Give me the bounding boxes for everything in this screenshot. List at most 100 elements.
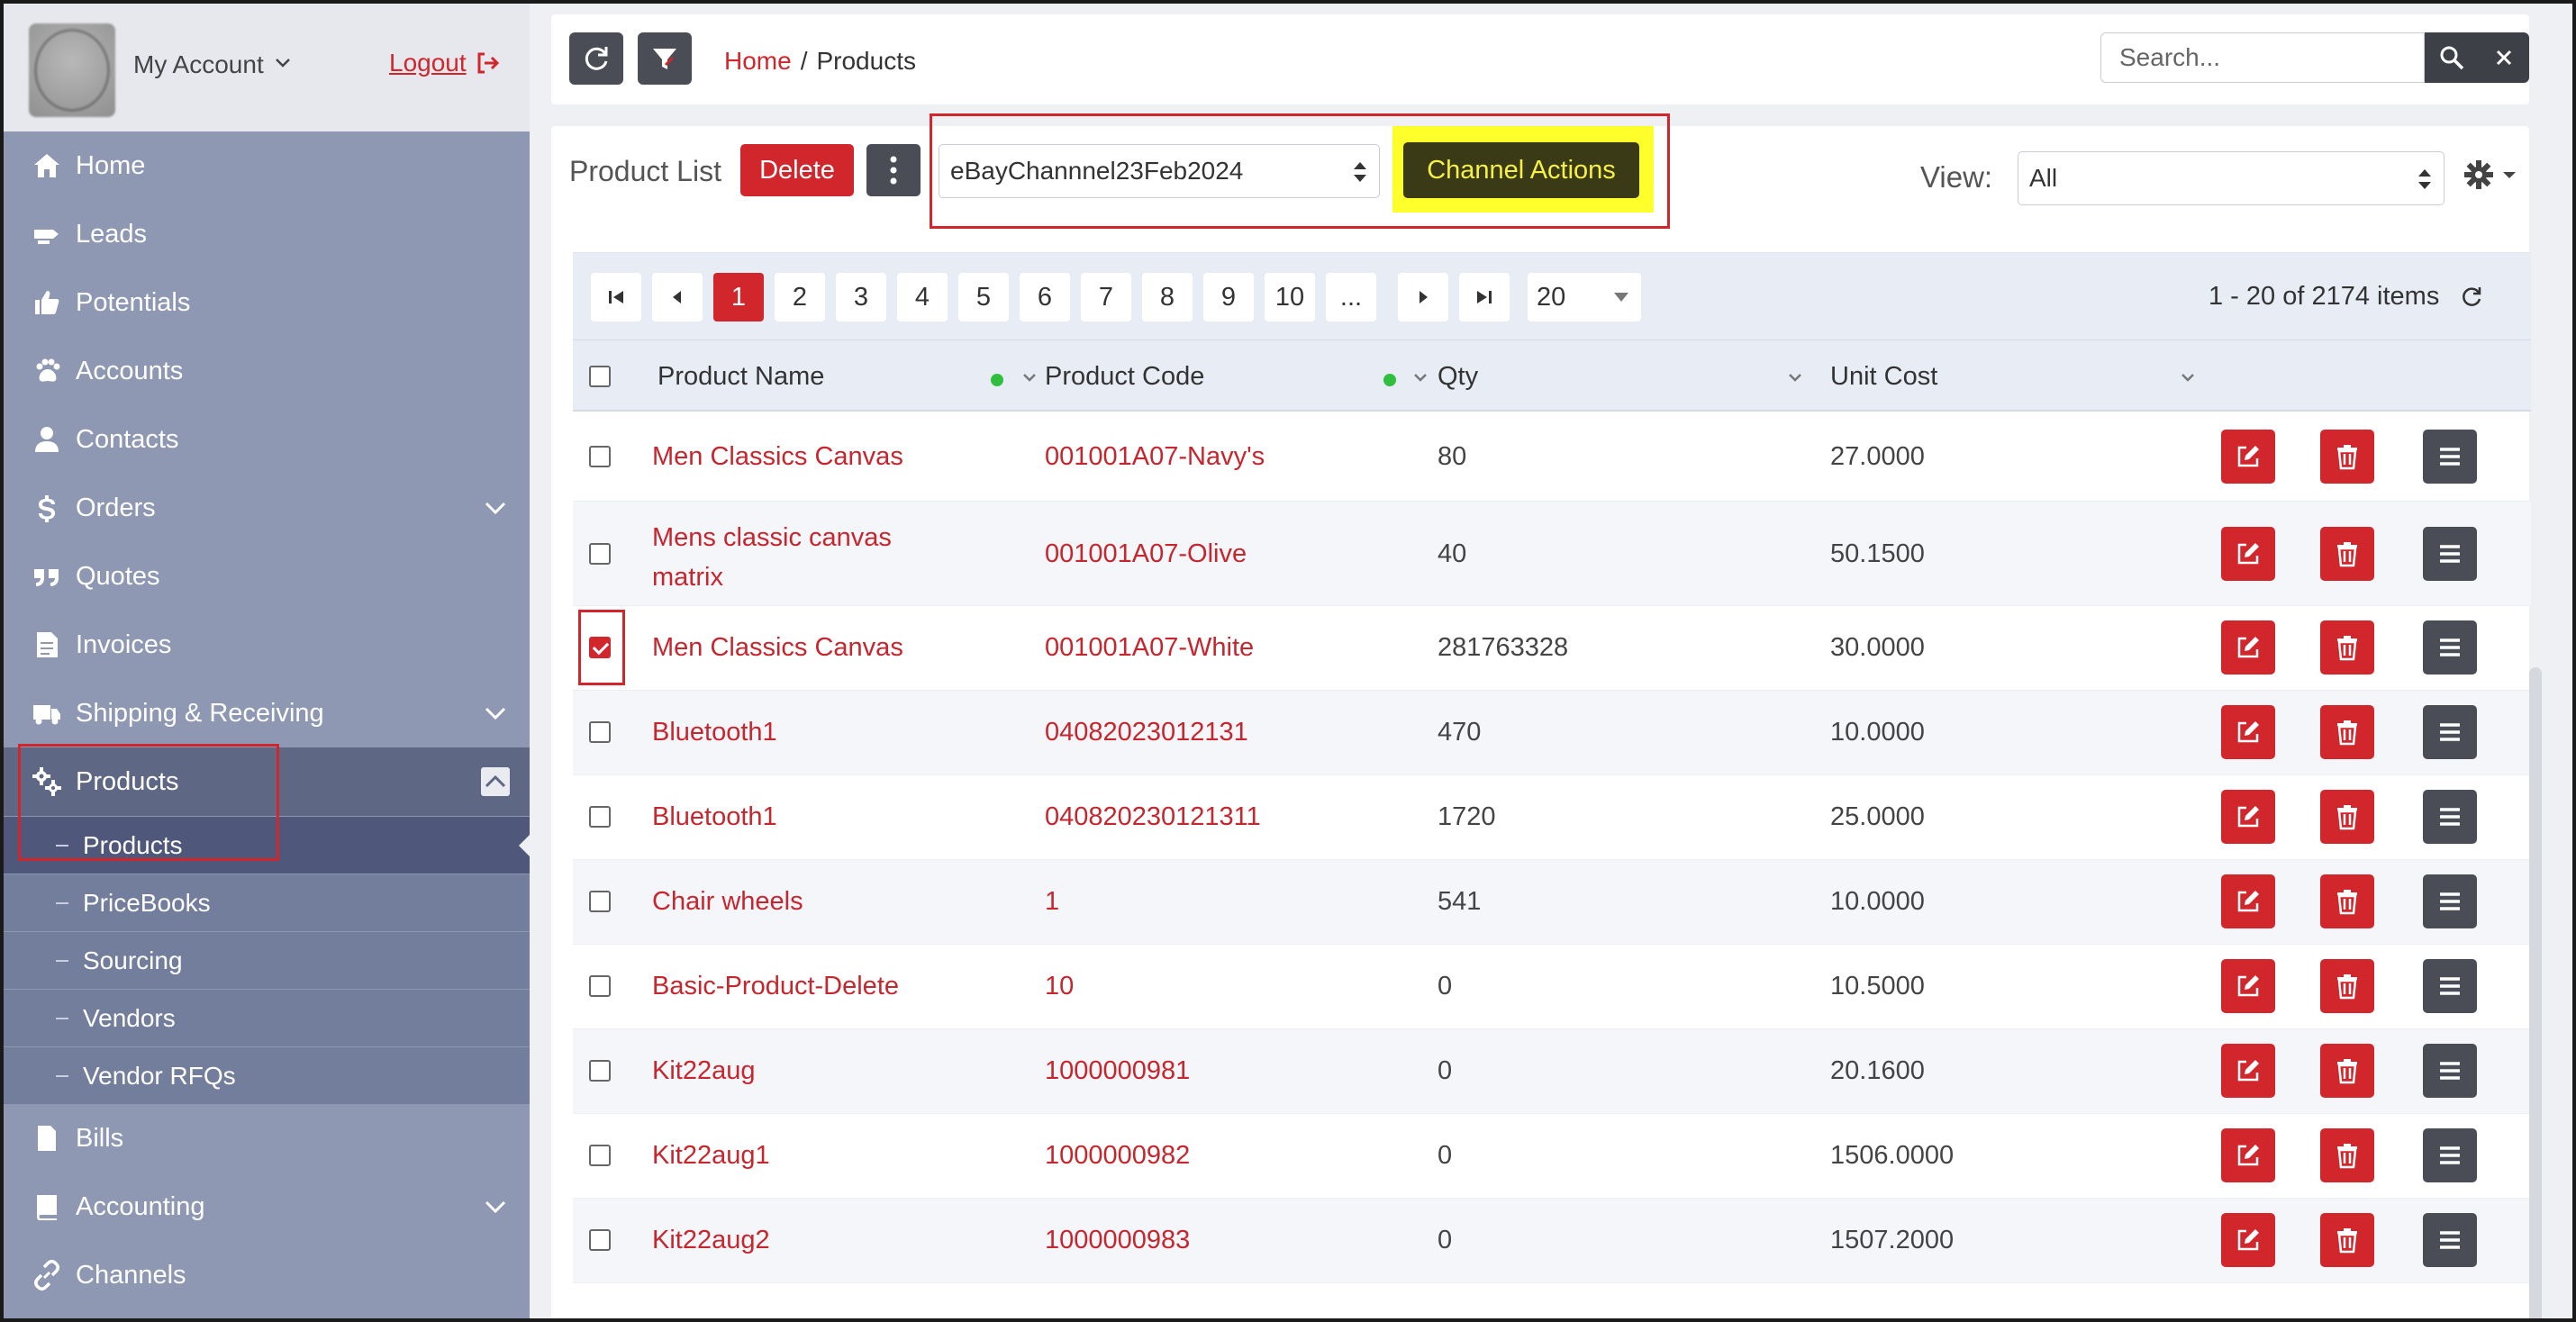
delete-row-button[interactable]	[2320, 959, 2374, 1013]
edit-button[interactable]	[2221, 705, 2275, 759]
page-button-6[interactable]: 6	[1020, 273, 1070, 321]
row-checkbox[interactable]	[589, 975, 611, 997]
delete-button[interactable]: Delete	[740, 144, 854, 196]
last-page-button[interactable]	[1459, 273, 1510, 321]
row-menu-button[interactable]	[2423, 1128, 2477, 1182]
submenu-item-pricebooks[interactable]: PriceBooks	[4, 874, 530, 931]
product-code-link[interactable]: 001001A07-Navy's	[1045, 442, 1265, 472]
edit-button[interactable]	[2221, 790, 2275, 844]
product-code-link[interactable]: 1	[1045, 887, 1059, 917]
page-button-10[interactable]: 10	[1265, 273, 1315, 321]
row-menu-button[interactable]	[2423, 705, 2477, 759]
product-name-link[interactable]: Kit22aug2	[652, 1226, 770, 1255]
chevron-down-icon[interactable]	[481, 1192, 510, 1221]
edit-button[interactable]	[2221, 430, 2275, 484]
delete-row-button[interactable]	[2320, 430, 2374, 484]
vertical-scrollbar[interactable]	[2529, 667, 2542, 1318]
column-header-product-name[interactable]: Product Name	[658, 362, 824, 392]
sidebar-item-potentials[interactable]: Potentials	[4, 268, 530, 337]
column-header-qty[interactable]: Qty	[1438, 362, 1478, 392]
refresh-icon[interactable]	[2459, 285, 2484, 310]
row-menu-button[interactable]	[2423, 1044, 2477, 1098]
avatar[interactable]	[29, 23, 115, 117]
row-menu-button[interactable]	[2423, 874, 2477, 928]
submenu-item-vendor-rfqs[interactable]: Vendor RFQs	[4, 1046, 530, 1104]
row-checkbox[interactable]	[589, 721, 611, 743]
table-row[interactable]: Chair wheels 1 541 10.0000	[573, 860, 2531, 945]
product-code-link[interactable]: 1000000981	[1045, 1056, 1190, 1086]
page-button-5[interactable]: 5	[958, 273, 1009, 321]
search-input[interactable]	[2100, 32, 2425, 83]
delete-row-button[interactable]	[2320, 705, 2374, 759]
product-code-link[interactable]: 10	[1045, 972, 1074, 1001]
my-account-menu[interactable]: My Account	[133, 50, 293, 79]
sidebar-item-bills[interactable]: Bills	[4, 1104, 530, 1173]
sidebar-item-quotes[interactable]: Quotes	[4, 542, 530, 611]
delete-row-button[interactable]	[2320, 790, 2374, 844]
row-checkbox[interactable]	[589, 806, 611, 828]
table-row[interactable]: Mens classic canvas matrix 001001A07-Oli…	[573, 502, 2531, 606]
edit-button[interactable]	[2221, 527, 2275, 581]
page-button-4[interactable]: 4	[897, 273, 948, 321]
row-checkbox[interactable]	[589, 1145, 611, 1166]
sidebar-item-contacts[interactable]: Contacts	[4, 405, 530, 474]
submenu-item-sourcing[interactable]: Sourcing	[4, 931, 530, 989]
table-row[interactable]: Kit22aug 1000000981 0 20.1600	[573, 1029, 2531, 1114]
page-button-9[interactable]: 9	[1203, 273, 1254, 321]
delete-row-button[interactable]	[2320, 1128, 2374, 1182]
table-row[interactable]: Kit22aug1 1000000982 0 1506.0000	[573, 1114, 2531, 1199]
edit-button[interactable]	[2221, 1213, 2275, 1267]
edit-button[interactable]	[2221, 620, 2275, 675]
sidebar-item-accounts[interactable]: Accounts	[4, 337, 530, 405]
edit-button[interactable]	[2221, 959, 2275, 1013]
product-name-link[interactable]: Kit22aug1	[652, 1141, 770, 1171]
product-name-link[interactable]: Mens classic canvas matrix	[652, 518, 958, 597]
page-button-more[interactable]: ...	[1326, 273, 1376, 321]
chevron-down-icon[interactable]	[1410, 367, 1430, 387]
sidebar-item-channels[interactable]: Channels	[4, 1241, 530, 1309]
row-menu-button[interactable]	[2423, 527, 2477, 581]
chevron-down-icon[interactable]	[481, 493, 510, 522]
edit-button[interactable]	[2221, 1044, 2275, 1098]
row-checkbox[interactable]	[589, 1060, 611, 1082]
clear-search-button[interactable]	[2479, 32, 2529, 83]
sidebar-item-accounting[interactable]: Accounting	[4, 1173, 530, 1241]
page-size-select[interactable]: 20	[1528, 273, 1641, 321]
delete-row-button[interactable]	[2320, 1044, 2374, 1098]
next-page-button[interactable]	[1398, 273, 1448, 321]
table-row[interactable]: Bluetooth1 04082023012131 470 10.0000	[573, 691, 2531, 775]
view-select[interactable]: All	[2018, 151, 2444, 205]
edit-button[interactable]	[2221, 1128, 2275, 1182]
product-name-link[interactable]: Bluetooth1	[652, 718, 777, 747]
chevron-down-icon[interactable]	[2178, 367, 2198, 387]
product-name-link[interactable]: Basic-Product-Delete	[652, 972, 899, 1001]
chevron-down-icon[interactable]	[481, 699, 510, 728]
row-menu-button[interactable]	[2423, 430, 2477, 484]
sidebar-item-leads[interactable]: Leads	[4, 200, 530, 268]
product-name-link[interactable]: Men Classics Canvas	[652, 633, 903, 663]
row-checkbox[interactable]	[589, 543, 611, 565]
breadcrumb-home-link[interactable]: Home	[724, 47, 792, 76]
first-page-button[interactable]	[591, 273, 641, 321]
more-actions-button[interactable]	[866, 144, 921, 196]
chevron-down-icon[interactable]	[1020, 367, 1039, 387]
chevron-down-icon[interactable]	[1785, 367, 1805, 387]
page-button-2[interactable]: 2	[775, 273, 825, 321]
product-name-link[interactable]: Men Classics Canvas	[652, 442, 903, 472]
chevron-up-icon[interactable]	[481, 767, 510, 796]
product-code-link[interactable]: 1000000983	[1045, 1226, 1190, 1255]
product-name-link[interactable]: Bluetooth1	[652, 802, 777, 832]
row-menu-button[interactable]	[2423, 959, 2477, 1013]
edit-button[interactable]	[2221, 874, 2275, 928]
page-button-7[interactable]: 7	[1081, 273, 1131, 321]
submenu-item-vendors[interactable]: Vendors	[4, 989, 530, 1046]
delete-row-button[interactable]	[2320, 1213, 2374, 1267]
logout-link[interactable]: Logout	[389, 49, 501, 77]
product-code-link[interactable]: 001001A07-Olive	[1045, 539, 1247, 569]
delete-row-button[interactable]	[2320, 620, 2374, 675]
page-button-1[interactable]: 1	[713, 273, 764, 321]
table-row[interactable]: Basic-Product-Delete 10 0 10.5000	[573, 945, 2531, 1029]
sidebar-item-shipping-receiving[interactable]: Shipping & Receiving	[4, 679, 530, 747]
page-button-3[interactable]: 3	[836, 273, 886, 321]
row-checkbox[interactable]	[589, 446, 611, 467]
